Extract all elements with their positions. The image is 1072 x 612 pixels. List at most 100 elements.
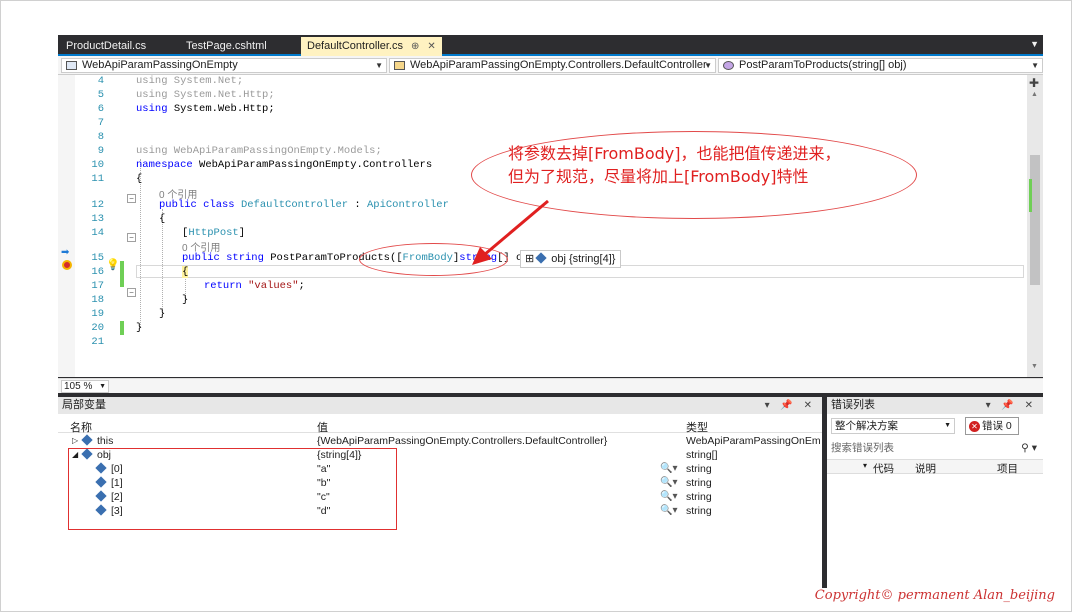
chevron-down-icon: ▼ — [375, 61, 383, 70]
column-header-project[interactable]: 项目 — [997, 461, 1018, 476]
magnifier-icon[interactable]: 🔍▾ — [660, 462, 677, 476]
line-number: 12 — [91, 199, 104, 211]
line-number: 11 — [91, 173, 104, 185]
magnifier-icon[interactable]: 🔍▾ — [660, 504, 677, 518]
chevron-up-icon[interactable]: ▲ — [1031, 91, 1038, 98]
indicator-margin[interactable] — [58, 75, 75, 377]
code-line: using System.Web.Http; — [136, 103, 275, 115]
scroll-thumb[interactable] — [1030, 155, 1040, 285]
line-number: 7 — [97, 117, 104, 129]
table-row[interactable]: ▷ this {WebApiParamPassingOnEmpty.Control… — [58, 434, 822, 448]
panel-title: 局部变量 — [62, 399, 106, 411]
line-number: 20 — [91, 322, 104, 334]
line-number: 13 — [91, 213, 104, 225]
breakpoint-icon[interactable] — [62, 260, 72, 270]
column-header-name[interactable]: 名称 — [70, 419, 92, 435]
expand-icon[interactable]: ▷ — [72, 434, 78, 448]
magnifier-icon[interactable]: 🔍▾ — [660, 490, 677, 504]
editor-scrollbar[interactable]: ✚ ▲ ▼ — [1027, 75, 1043, 377]
collapse-icon[interactable]: − — [127, 288, 136, 297]
errors-filter-button[interactable]: ✕ 错误 0 — [965, 417, 1019, 435]
error-search-input[interactable]: 搜索错误列表 ⚲ ▾ — [831, 440, 1039, 456]
change-marker — [120, 261, 124, 287]
panel-window-buttons[interactable]: ▾ 📌 ✕ — [986, 397, 1037, 414]
collapse-icon[interactable]: − — [127, 194, 136, 203]
pin-icon[interactable]: ⊕ — [411, 41, 419, 52]
line-number: 10 — [91, 159, 104, 171]
chevron-down-icon: ▼ — [1031, 61, 1039, 70]
errors-filter-label: 错误 0 — [982, 420, 1012, 432]
change-marker — [120, 321, 124, 335]
variable-type: WebApiParamPassingOnEm — [686, 435, 821, 447]
search-icon[interactable]: ⚲ ▾ — [1021, 440, 1037, 456]
code-line: using System.Net.Http; — [136, 89, 275, 101]
code-line: { — [136, 173, 143, 185]
tab-overflow-icon[interactable]: ▼ — [1030, 39, 1039, 49]
error-list-title-bar: 错误列表 ▾ 📌 ✕ — [827, 397, 1043, 414]
project-dropdown[interactable]: WebApiParamPassingOnEmpty ▼ — [61, 58, 387, 73]
line-number: 4 — [97, 75, 104, 87]
variable-type: string[] — [686, 449, 718, 461]
locals-title-bar: 局部变量 ▾ 📌 ✕ — [58, 397, 822, 414]
column-header-value[interactable]: 值 — [317, 419, 328, 435]
project-icon — [66, 61, 77, 70]
chevron-down-icon[interactable]: ▼ — [1031, 363, 1038, 370]
tab-testpage[interactable]: TestPage.cshtml — [180, 37, 273, 56]
tab-label: TestPage.cshtml — [186, 40, 267, 52]
variable-type: string — [686, 477, 712, 489]
column-header-code[interactable]: 代码 — [873, 461, 894, 476]
code-line: { — [182, 266, 189, 278]
chevron-down-icon: ▼ — [944, 422, 951, 429]
member-dropdown[interactable]: PostParamToProducts(string[] obj) ▼ — [718, 58, 1043, 73]
code-line: } — [159, 308, 166, 320]
code-line: } — [182, 294, 189, 306]
project-label: WebApiParamPassingOnEmpty — [82, 59, 238, 71]
screenshot-frame: ProductDetail.cs TestPage.cshtml Default… — [0, 0, 1072, 612]
code-line: { — [159, 213, 166, 225]
column-header-description[interactable]: 说明 — [915, 461, 936, 476]
column-header-type[interactable]: 类型 — [686, 419, 708, 435]
class-label: WebApiParamPassingOnEmpty.Controllers.De… — [410, 59, 707, 71]
scope-label: 整个解决方案 — [835, 420, 898, 432]
close-icon[interactable]: ✕ — [427, 41, 435, 52]
variable-name: this — [97, 435, 114, 447]
magnifier-icon[interactable]: 🔍▾ — [660, 476, 677, 490]
error-icon: ✕ — [969, 421, 980, 432]
scope-dropdown[interactable]: 整个解决方案 ▼ — [831, 418, 955, 434]
annotation-line: 但为了规范，尽量将加上[FromBody]特性 — [508, 167, 809, 186]
code-line: [HttpPost] — [182, 227, 246, 239]
next-statement-icon: ➡ — [61, 247, 70, 258]
code-editor[interactable]: ➡ 💡 − − − 4 using System.Net; 5 using Sy… — [58, 75, 1043, 377]
tab-label: ProductDetail.cs — [66, 40, 147, 52]
line-number: 9 — [97, 145, 104, 157]
line-number: 6 — [97, 103, 104, 115]
member-label: PostParamToProducts(string[] obj) — [739, 59, 907, 71]
annotation-arrow — [472, 199, 549, 265]
tab-defaultcontroller[interactable]: DefaultController.cs ⊕ ✕ — [301, 37, 442, 56]
variable-value: {WebApiParamPassingOnEmpty.Controllers.D… — [317, 435, 608, 447]
variable-type: string — [686, 463, 712, 475]
document-tab-bar: ProductDetail.cs TestPage.cshtml Default… — [58, 35, 1043, 56]
lightbulb-icon[interactable]: 💡 — [106, 258, 120, 271]
method-icon — [723, 61, 734, 70]
class-dropdown[interactable]: WebApiParamPassingOnEmpty.Controllers.De… — [389, 58, 716, 73]
code-line: namespace WebApiParamPassingOnEmpty.Cont… — [136, 159, 433, 171]
highlight-box — [68, 448, 397, 530]
code-line: using WebApiParamPassingOnEmpty.Models; — [136, 145, 382, 157]
split-icon[interactable]: ✚ — [1029, 76, 1039, 90]
class-icon — [394, 61, 405, 70]
line-number: 15 — [91, 252, 104, 264]
error-list-panel: 错误列表 ▾ 📌 ✕ 整个解决方案 ▼ ✕ 错误 0 搜索错误列表 ⚲ ▾ ▾ 代码 说… — [827, 397, 1043, 588]
collapse-icon[interactable]: − — [127, 233, 136, 242]
panel-window-buttons[interactable]: ▾ 📌 ✕ — [765, 397, 816, 414]
change-marker — [1029, 179, 1032, 212]
line-number: 17 — [91, 280, 104, 292]
tab-productdetail[interactable]: ProductDetail.cs — [60, 37, 152, 56]
watermark-text: Copyright© permanent Alan_beijing — [814, 588, 1055, 603]
code-line: } — [136, 322, 143, 334]
annotation-line: 将参数去掉[FromBody]，也能把值传递进来， — [508, 144, 841, 163]
zoom-dropdown[interactable]: 105 % ▼ — [61, 380, 109, 393]
code-line: using System.Net; — [136, 75, 244, 87]
line-number: 21 — [91, 336, 104, 348]
filter-icon[interactable]: ▾ — [863, 461, 867, 470]
